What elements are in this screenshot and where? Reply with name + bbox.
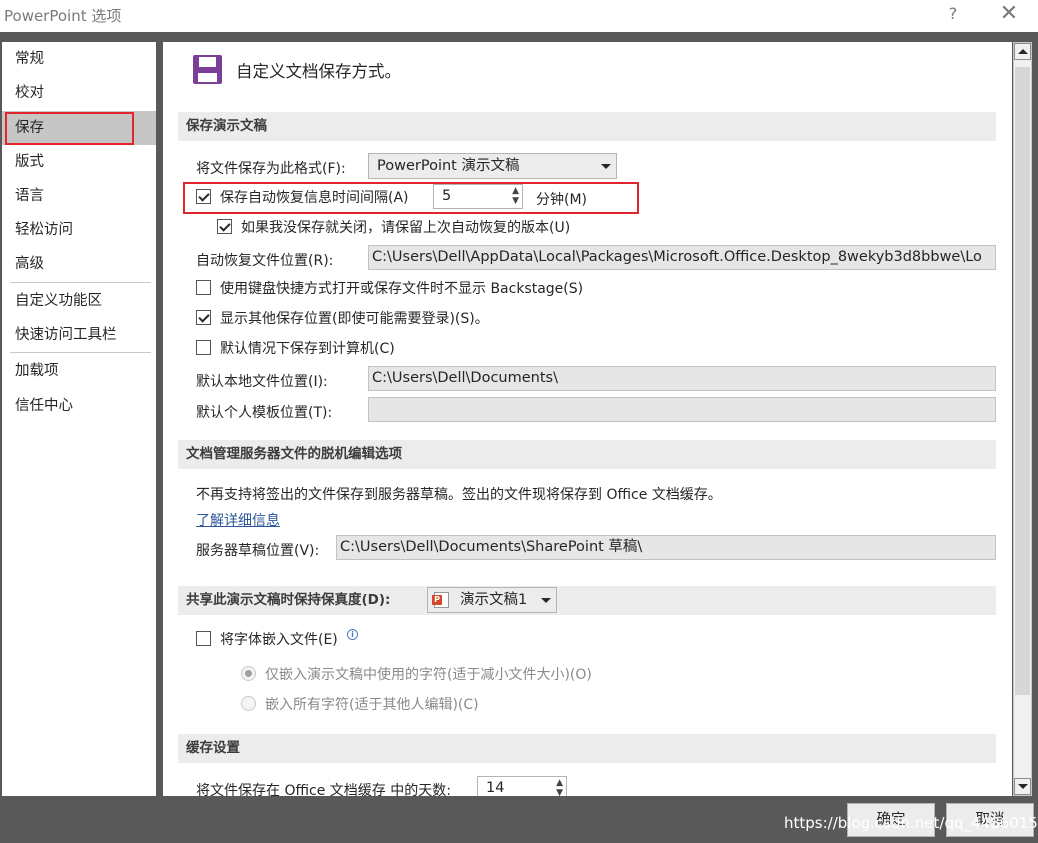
offline-notice-text: 不再支持将签出的文件保存到服务器草稿。签出的文件现将保存到 Office 文档缓…: [196, 487, 722, 503]
cache-days-value: 14: [486, 780, 505, 796]
autorecover-location-label: 自动恢复文件位置(R):: [196, 253, 334, 269]
default-template-location-field[interactable]: [368, 397, 996, 422]
sidebar-item-customize-ribbon[interactable]: 自定义功能区: [2, 284, 156, 318]
presentation-select-dropdown[interactable]: 演示文稿1: [427, 587, 557, 613]
embed-used-chars-radio[interactable]: [241, 666, 256, 681]
sidebar-item-accessibility[interactable]: 轻松访问: [2, 213, 156, 247]
help-button[interactable]: ?: [938, 2, 968, 28]
autorecover-label: 保存自动恢复信息时间间隔(A): [220, 190, 409, 206]
keep-last-version-label: 如果我没保存就关闭，请保留上次自动恢复的版本(U): [241, 220, 571, 236]
section-header-save-presentations: 保存演示文稿: [178, 112, 996, 141]
sidebar-item-trust-center[interactable]: 信任中心: [2, 389, 156, 423]
default-local-location-field[interactable]: C:\Users\Dell\Documents\: [368, 366, 996, 391]
embed-fonts-label: 将字体嵌入文件(E): [220, 632, 338, 648]
section-header-fidelity: 共享此演示文稿时保持保真度(D):: [178, 586, 996, 615]
autorecover-checkbox[interactable]: [196, 189, 211, 204]
chevron-down-icon: [541, 598, 551, 603]
save-to-computer-checkbox[interactable]: [196, 340, 211, 355]
presentation-select-value: 演示文稿1: [460, 592, 528, 608]
spin-up-icon[interactable]: ▲: [512, 187, 519, 196]
sidebar-item-save[interactable]: 保存: [2, 111, 156, 145]
title-bar: PowerPoint 选项 ? ✕: [0, 0, 1038, 32]
embed-all-chars-label: 嵌入所有字符(适于其他人编辑)(C): [265, 697, 479, 713]
vertical-scrollbar[interactable]: [1013, 42, 1032, 796]
no-backstage-label: 使用键盘快捷方式打开或保存文件时不显示 Backstage(S): [220, 281, 584, 297]
fidelity-section-title: 共享此演示文稿时保持保真度(D):: [186, 592, 391, 608]
sidebar-divider: [10, 352, 151, 353]
category-sidebar: 常规 校对 保存 版式 语言 轻松访问 高级 自定义功能区 快速访问工具栏 加载…: [2, 42, 156, 796]
sidebar-item-language[interactable]: 语言: [2, 179, 156, 213]
show-more-locations-checkbox[interactable]: [196, 310, 211, 325]
sidebar-divider: [10, 282, 151, 283]
window-title: PowerPoint 选项: [4, 7, 122, 25]
autorecover-location-field[interactable]: C:\Users\Dell\AppData\Local\Packages\Mic…: [368, 245, 996, 270]
server-drafts-location-field[interactable]: C:\Users\Dell\Documents\SharePoint 草稿\: [336, 535, 996, 560]
server-drafts-location-label: 服务器草稿位置(V):: [196, 543, 320, 559]
page-title: 自定义文档保存方式。: [236, 62, 401, 81]
sidebar-item-advanced[interactable]: 高级: [2, 247, 156, 281]
embed-used-chars-label: 仅嵌入演示文稿中使用的字符(适于减小文件大小)(O): [265, 667, 592, 683]
sidebar-item-layout[interactable]: 版式: [2, 145, 156, 179]
sidebar-item-addins[interactable]: 加载项: [2, 354, 156, 388]
options-content-panel: 自定义文档保存方式。 保存演示文稿 将文件保存为此格式(F): PowerPoi…: [163, 42, 1012, 796]
scroll-down-button[interactable]: [1014, 778, 1031, 795]
sidebar-item-proofing[interactable]: 校对: [2, 76, 156, 110]
scrollbar-thumb[interactable]: [1015, 67, 1030, 695]
embed-all-chars-radio[interactable]: [241, 696, 256, 711]
sidebar-item-general[interactable]: 常规: [2, 42, 156, 76]
minutes-label: 分钟(M): [536, 192, 588, 208]
cache-days-label: 将文件保存在 Office 文档缓存 中的天数:: [196, 783, 451, 796]
spin-up-icon[interactable]: ▲: [556, 779, 563, 788]
no-backstage-checkbox[interactable]: [196, 280, 211, 295]
section-header-offline-editing: 文档管理服务器文件的脱机编辑选项: [178, 440, 996, 469]
embed-fonts-checkbox[interactable]: [196, 631, 211, 646]
save-format-value: PowerPoint 演示文稿: [377, 158, 520, 174]
section-header-cache: 缓存设置: [178, 734, 996, 763]
show-more-locations-label: 显示其他保存位置(即使可能需要登录)(S)。: [220, 311, 489, 327]
cache-days-spinner[interactable]: 14 ▲ ▼: [477, 776, 567, 796]
autorecover-minutes-value: 5: [442, 188, 452, 204]
learn-more-link[interactable]: 了解详细信息: [196, 510, 280, 530]
spin-down-icon[interactable]: ▼: [556, 789, 563, 797]
save-format-label: 将文件保存为此格式(F):: [196, 161, 346, 177]
info-icon[interactable]: i: [347, 629, 358, 640]
autorecover-minutes-spinner[interactable]: 5 ▲ ▼: [433, 184, 523, 209]
default-local-location-label: 默认本地文件位置(I):: [196, 374, 328, 390]
scroll-up-button[interactable]: [1014, 43, 1031, 60]
chevron-down-icon: [601, 164, 611, 169]
save-to-computer-label: 默认情况下保存到计算机(C): [220, 341, 395, 357]
watermark-text: https://blog.csdn.net/qq_44860153: [784, 814, 1038, 832]
spin-down-icon[interactable]: ▼: [512, 197, 519, 206]
keep-last-version-checkbox[interactable]: [217, 219, 232, 234]
close-button[interactable]: ✕: [994, 2, 1024, 28]
default-template-location-label: 默认个人模板位置(T):: [196, 405, 333, 421]
powerpoint-file-icon: [432, 592, 449, 608]
save-format-dropdown[interactable]: PowerPoint 演示文稿: [368, 153, 617, 179]
sidebar-item-quick-access-toolbar[interactable]: 快速访问工具栏: [2, 318, 156, 352]
save-disk-icon: [193, 55, 222, 84]
